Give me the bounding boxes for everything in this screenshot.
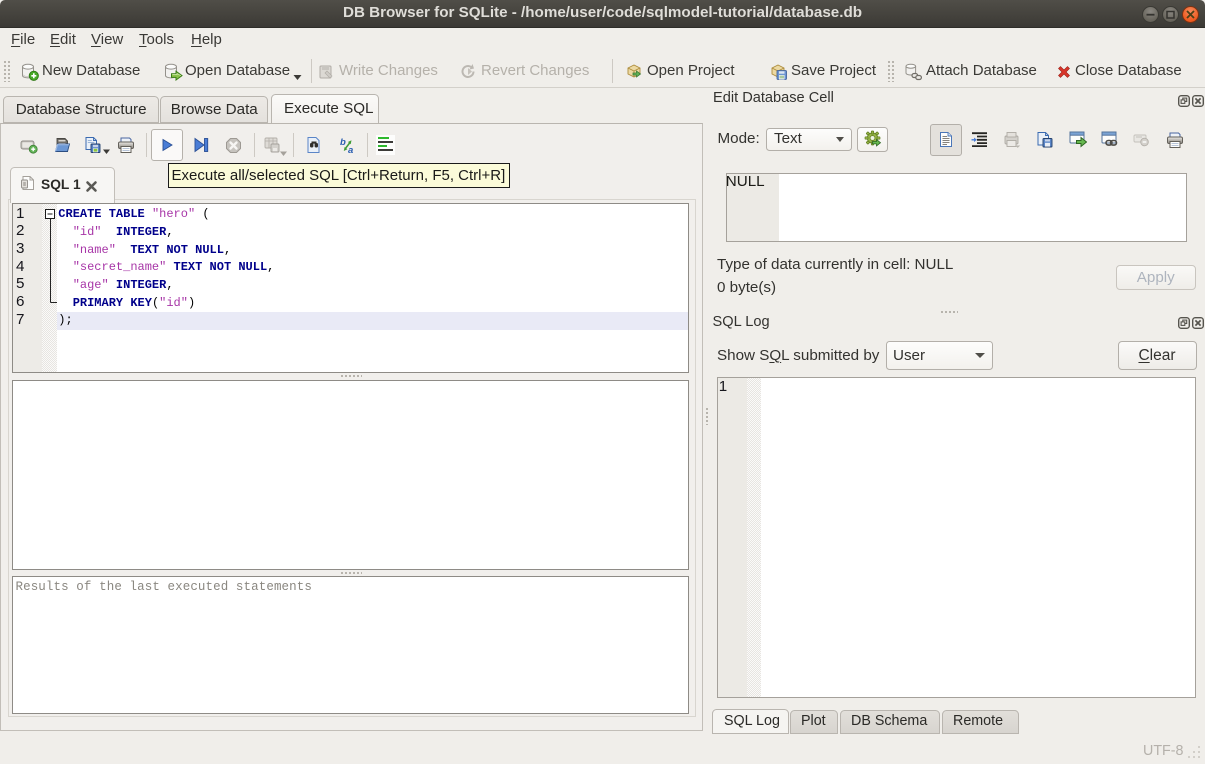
svg-text:a: a xyxy=(348,145,353,155)
svg-text:b: b xyxy=(340,137,346,148)
